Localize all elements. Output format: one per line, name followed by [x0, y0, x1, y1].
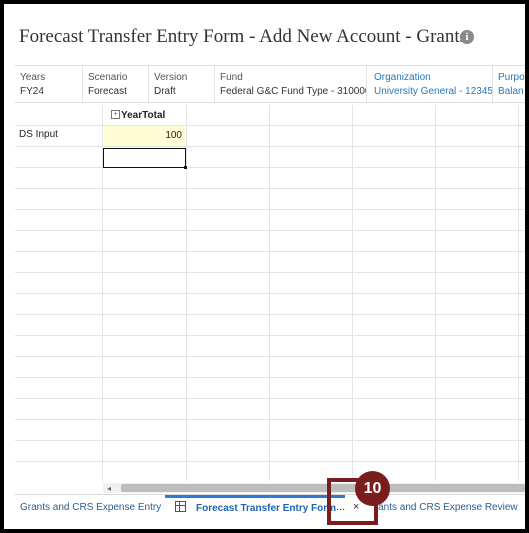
row-header-ds-input: DS Input	[19, 129, 58, 140]
pov-purpose[interactable]: Purpo Balan	[493, 66, 525, 102]
grid-hline	[15, 419, 525, 420]
pov-version-label: Version	[154, 72, 188, 83]
pov-years-value: FY24	[20, 86, 44, 97]
grid-hline	[15, 314, 525, 315]
tab-grants-expense-entry[interactable]: Grants and CRS Expense Entry	[20, 495, 161, 521]
app-frame: Forecast Transfer Entry Form - Add New A…	[0, 0, 529, 533]
column-header-yeartotal[interactable]: + YearTotal	[104, 105, 186, 125]
scrollbar-thumb[interactable]	[121, 484, 525, 492]
fill-handle[interactable]	[184, 166, 187, 169]
tab-label: Forecast Transfer Entry Form	[196, 503, 337, 514]
grid-hline	[15, 125, 525, 126]
pov-scenario[interactable]: Scenario Forecast	[83, 66, 149, 102]
tab-label: Grants and CRS Expense Entry	[20, 502, 162, 513]
info-icon[interactable]: i	[460, 30, 474, 44]
pov-years[interactable]: Years FY24	[15, 66, 83, 102]
column-header-label: YearTotal	[121, 110, 166, 121]
grid-hline	[15, 167, 525, 168]
grid-hline	[15, 461, 525, 462]
grid-hline	[15, 440, 525, 441]
pov-organization[interactable]: Organization University General - 12345	[369, 66, 493, 102]
scroll-left-icon[interactable]: ◂	[107, 484, 111, 493]
grid-hline	[15, 209, 525, 210]
grid-hline	[15, 188, 525, 189]
pov-organization-value: University General - 12345	[374, 86, 493, 97]
grid-hline	[15, 398, 525, 399]
form-title: Forecast Transfer Entry Form - Add New A…	[19, 26, 468, 47]
pov-fund-value: Federal G&C Fund Type - 310000	[220, 86, 367, 97]
data-cell-ds-input-yeartotal[interactable]: 100	[104, 126, 186, 146]
pov-purpose-label: Purpo	[498, 72, 525, 83]
tab-label: Grants and CRS Expense Review	[377, 502, 518, 513]
form-icon	[175, 501, 186, 512]
grid-hline	[15, 230, 525, 231]
data-grid: + YearTotal DS Input 100	[15, 105, 525, 481]
pov-fund-label: Fund	[220, 72, 243, 83]
grid-hline	[15, 335, 525, 336]
tab-grants-expense-review[interactable]: Grants and CRS Expense Review	[377, 495, 525, 521]
tab-bar: Grants and CRS Expense Entry Forecast Tr…	[15, 494, 525, 521]
pov-purpose-value: Balan	[498, 86, 524, 97]
pov-scenario-value: Forecast	[88, 86, 127, 97]
grid-hline	[15, 146, 525, 147]
expand-icon[interactable]: +	[111, 110, 120, 119]
tab-forecast-transfer-entry[interactable]: Forecast Transfer Entry Form	[165, 495, 345, 524]
selected-cell[interactable]	[103, 148, 186, 168]
pov-bar: Years FY24 Scenario Forecast Version Dra…	[15, 65, 525, 103]
pov-version[interactable]: Version Draft	[149, 66, 215, 102]
grid-hline	[15, 293, 525, 294]
pov-scenario-label: Scenario	[88, 72, 128, 83]
pov-version-value: Draft	[154, 86, 176, 97]
grid-hline	[15, 251, 525, 252]
grid-hline	[15, 356, 525, 357]
grid-hline	[15, 377, 525, 378]
pov-years-label: Years	[20, 72, 46, 83]
grid-hline	[15, 272, 525, 273]
callout-badge: 10	[355, 471, 390, 506]
pov-fund[interactable]: Fund Federal G&C Fund Type - 310000	[215, 66, 367, 102]
pov-organization-label: Organization	[374, 72, 431, 83]
